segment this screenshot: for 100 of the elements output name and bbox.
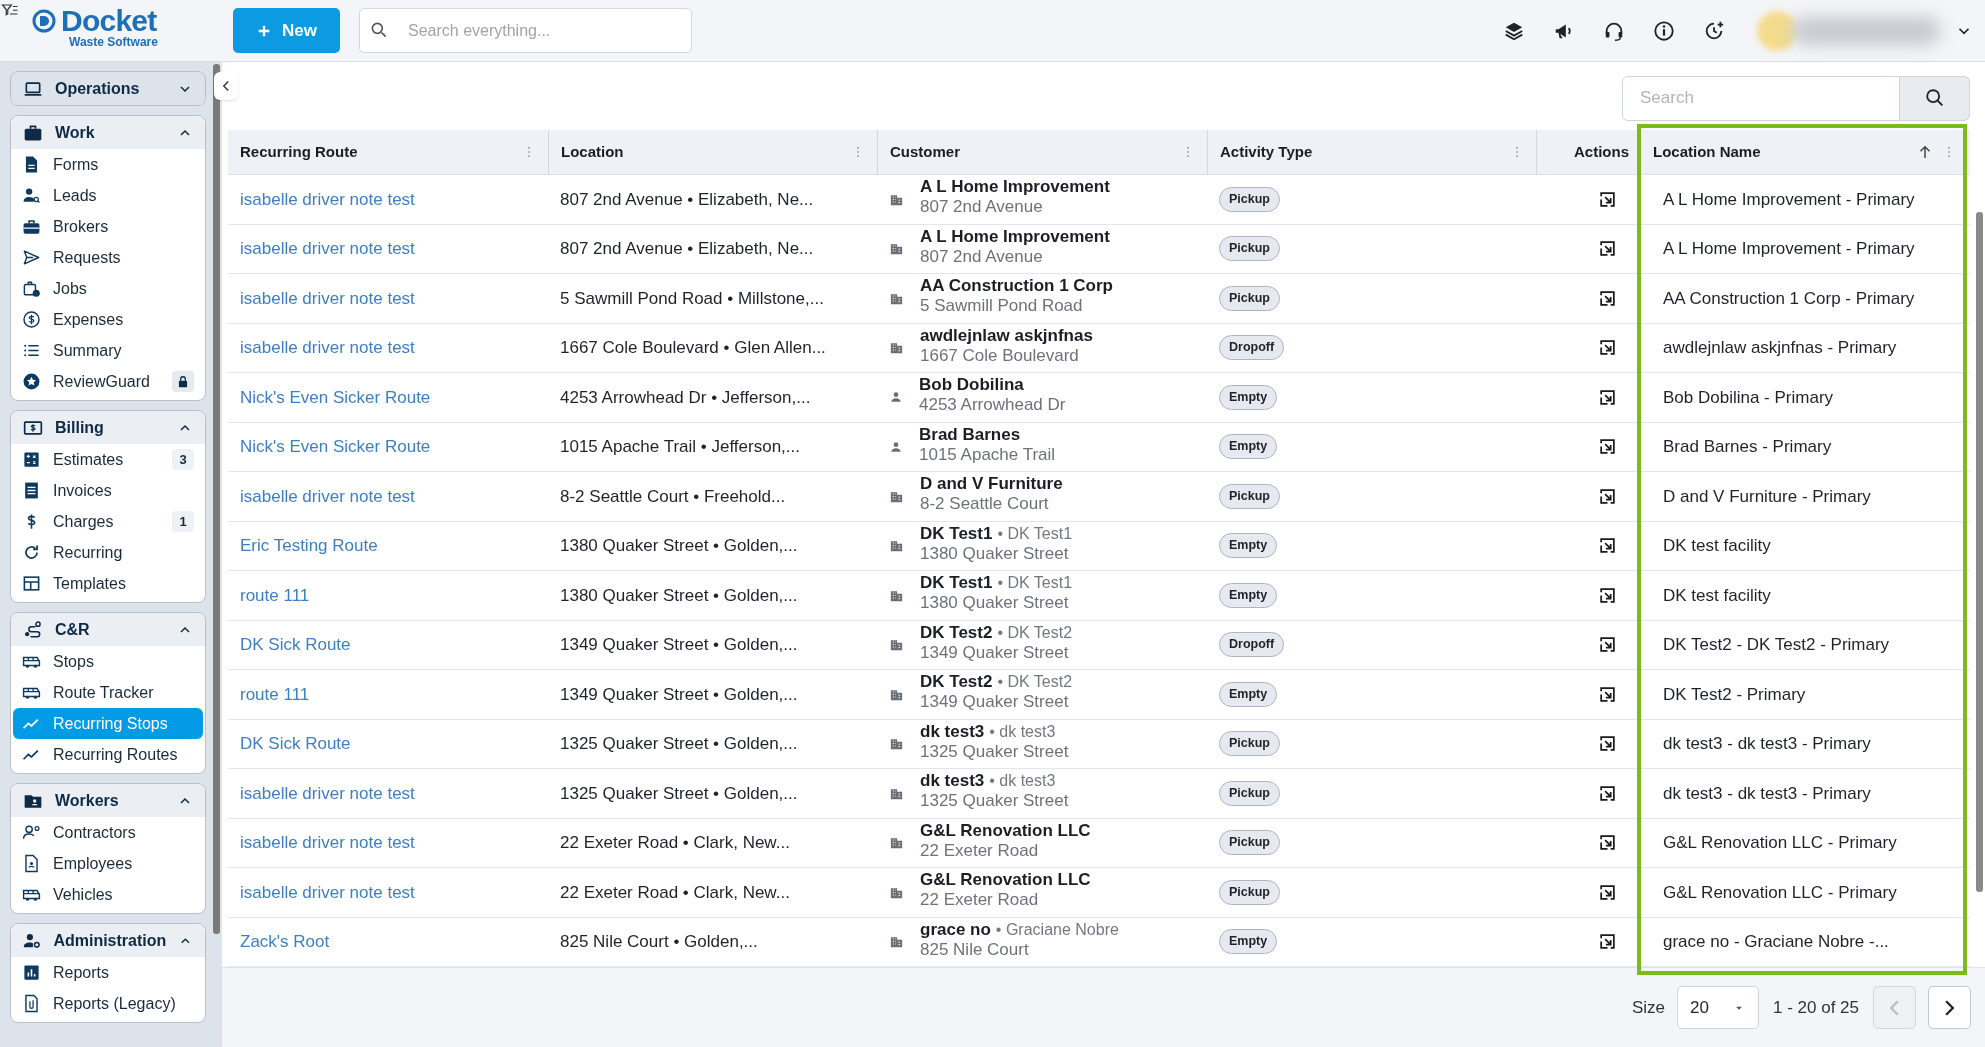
customer-alias: • dk test3 bbox=[989, 721, 1056, 742]
sidebar-item[interactable]: Employees bbox=[13, 848, 203, 879]
column-header[interactable]: Activity Type bbox=[1207, 130, 1536, 174]
table-cell-text: awdlejnlaw askjnfnas - Primary bbox=[1663, 337, 1897, 359]
open-external-icon[interactable] bbox=[1598, 486, 1617, 506]
table-cell-text: 807 2nd Avenue • Elizabeth, Ne... bbox=[560, 188, 814, 211]
route-link[interactable]: isabelle driver note test bbox=[240, 186, 415, 212]
route-link[interactable]: isabelle driver note test bbox=[240, 335, 415, 361]
route-link[interactable]: isabelle driver note test bbox=[240, 879, 415, 905]
route-link[interactable]: isabelle driver note test bbox=[240, 483, 415, 509]
open-external-icon[interactable] bbox=[1598, 189, 1617, 209]
scrollbar-thumb[interactable] bbox=[213, 64, 220, 934]
open-external-icon[interactable] bbox=[1598, 536, 1617, 556]
logo-name: Docket bbox=[61, 6, 157, 36]
table-cell-text: DK Test2 - DK Test2 - Primary bbox=[1663, 634, 1890, 656]
route-link[interactable]: Nick's Even Sicker Route bbox=[240, 434, 431, 460]
column-header[interactable]: Location bbox=[548, 130, 877, 174]
info-icon[interactable] bbox=[1653, 19, 1675, 42]
sidebar-item[interactable]: ReviewGuard bbox=[13, 366, 203, 397]
customer-alias: • DK Test1 bbox=[997, 573, 1073, 594]
open-external-icon[interactable] bbox=[1598, 635, 1617, 655]
table-cell-text: G&L Renovation LLC - Primary bbox=[1663, 881, 1897, 904]
customer-address: 22 Exeter Road bbox=[920, 890, 1040, 911]
customer-alias: • DK Test2 bbox=[997, 672, 1073, 693]
open-external-icon[interactable] bbox=[1598, 585, 1617, 605]
next-page-button[interactable] bbox=[1928, 986, 1971, 1029]
route-link[interactable]: isabelle driver note test bbox=[240, 780, 415, 806]
clock-plus-icon[interactable] bbox=[1703, 19, 1725, 42]
route-link[interactable]: isabelle driver note test bbox=[240, 236, 415, 262]
open-external-icon[interactable] bbox=[1598, 387, 1617, 407]
route-link[interactable]: Eric Testing Route bbox=[240, 533, 378, 559]
search-button[interactable] bbox=[1900, 75, 1970, 121]
table-cell-text: DK test facility bbox=[1663, 584, 1771, 607]
sidebar-item[interactable]: Reports (Legacy) bbox=[13, 988, 203, 1019]
sidebar-item[interactable]: Expenses bbox=[13, 304, 203, 335]
scrollbar-thumb[interactable] bbox=[1976, 212, 1983, 892]
open-external-icon[interactable] bbox=[1598, 882, 1617, 902]
table-search-field[interactable]: Search bbox=[1622, 75, 1900, 121]
customer-address: 5 Sawmill Pond Road bbox=[920, 296, 1084, 317]
sidebar-item[interactable]: Brokers bbox=[13, 211, 203, 242]
building-icon bbox=[889, 934, 904, 950]
sidebar-item[interactable]: Forms bbox=[13, 149, 203, 180]
open-external-icon[interactable] bbox=[1598, 338, 1617, 358]
sidebar-item[interactable]: Vehicles bbox=[13, 879, 203, 910]
sidebar-item[interactable]: Contractors bbox=[13, 817, 203, 848]
open-external-icon[interactable] bbox=[1598, 288, 1617, 308]
open-external-icon[interactable] bbox=[1598, 783, 1617, 803]
open-external-icon[interactable] bbox=[1598, 437, 1617, 457]
section-header[interactable]: Work bbox=[11, 116, 205, 149]
sidebar-item[interactable]: Route Tracker bbox=[13, 677, 203, 708]
open-external-icon[interactable] bbox=[1598, 734, 1617, 754]
page-size-select[interactable]: 20 bbox=[1677, 986, 1759, 1029]
section-header[interactable]: Workers bbox=[11, 784, 205, 817]
column-header[interactable]: Recurring Route bbox=[228, 130, 548, 174]
route-link[interactable]: route 111 bbox=[240, 681, 310, 707]
count-badge: 1 bbox=[172, 511, 194, 532]
collapse-sidebar-button[interactable] bbox=[214, 72, 238, 100]
open-external-icon[interactable] bbox=[1598, 239, 1617, 259]
sidebar-item[interactable]: Reports bbox=[13, 957, 203, 988]
table-cell-text: G&L Renovation LLC - Primary bbox=[1663, 832, 1897, 854]
sidebar-item[interactable]: Jobs bbox=[13, 273, 203, 304]
size-label: Size bbox=[1631, 996, 1665, 1019]
search-field[interactable]: Search everything... bbox=[359, 8, 692, 53]
column-header[interactable]: Location Name bbox=[1641, 130, 1968, 174]
route-link[interactable]: Zack's Root bbox=[240, 929, 330, 955]
column-header[interactable]: Customer bbox=[877, 130, 1207, 174]
template-icon bbox=[22, 574, 41, 593]
sidebar-item[interactable]: Leads bbox=[13, 180, 203, 211]
section-header[interactable]: Administration bbox=[11, 924, 205, 957]
open-external-icon[interactable] bbox=[1598, 932, 1617, 952]
route-link[interactable]: isabelle driver note test bbox=[240, 285, 415, 311]
customer-name: Bob Dobilina bbox=[919, 375, 1024, 396]
toolbox-icon bbox=[22, 217, 41, 236]
open-external-icon[interactable] bbox=[1598, 833, 1617, 853]
customer-address: 1349 Quaker Street bbox=[920, 642, 1070, 663]
sidebar-item[interactable]: Charges 1 bbox=[13, 506, 203, 537]
route-link[interactable]: Nick's Even Sicker Route bbox=[240, 384, 431, 410]
customer-name: G&L Renovation LLC bbox=[920, 870, 1091, 891]
sidebar-item[interactable]: Templates bbox=[13, 568, 203, 599]
column-header[interactable]: Actions bbox=[1536, 130, 1641, 174]
building-icon bbox=[889, 637, 904, 653]
table-cell-text: 1667 Cole Boulevard • Glen Allen... bbox=[560, 337, 826, 359]
route-link[interactable]: DK Sick Route bbox=[240, 632, 351, 658]
section-header[interactable]: Billing bbox=[11, 411, 205, 444]
section-header[interactable]: Operations bbox=[11, 72, 205, 105]
route-link[interactable]: DK Sick Route bbox=[240, 731, 351, 757]
section-header[interactable]: C&R bbox=[11, 613, 205, 646]
open-external-icon[interactable] bbox=[1598, 684, 1617, 704]
sidebar-item[interactable]: Recurring bbox=[13, 537, 203, 568]
customer-name: D and V Furniture bbox=[920, 474, 1063, 495]
route-link[interactable]: isabelle driver note test bbox=[240, 830, 415, 856]
activity-tag: Pickup bbox=[1219, 731, 1280, 757]
route-link[interactable]: route 111 bbox=[240, 582, 310, 608]
sidebar-item[interactable]: Requests bbox=[13, 242, 203, 273]
sidebar-item[interactable]: Stops bbox=[13, 646, 203, 677]
sidebar-item[interactable]: Recurring Routes bbox=[13, 739, 203, 770]
sidebar-item[interactable]: Estimates 3 bbox=[13, 444, 203, 475]
sidebar-item[interactable]: Invoices bbox=[13, 475, 203, 506]
activity-tag: Pickup bbox=[1219, 879, 1280, 905]
sidebar-item[interactable]: Summary bbox=[13, 335, 203, 366]
